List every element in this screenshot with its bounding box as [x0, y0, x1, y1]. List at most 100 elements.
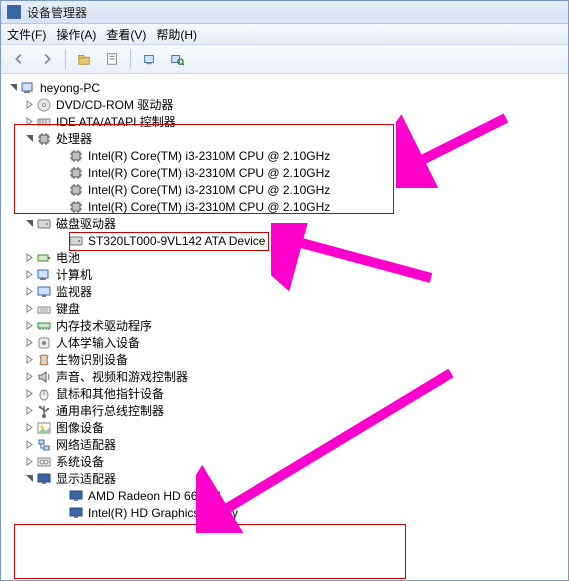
tree-category-row[interactable]: 系统设备: [23, 453, 568, 470]
image-icon: [36, 420, 52, 436]
tree-root-row[interactable]: heyong-PC: [7, 79, 568, 96]
tree-device-row[interactable]: Intel(R) Core(TM) i3-2310M CPU @ 2.10GHz: [39, 198, 568, 215]
tree-device-label: ST320LT000-9VL142 ATA Device: [88, 234, 265, 248]
tree-twisty-open[interactable]: [23, 473, 35, 485]
disk-icon: [36, 216, 52, 232]
refresh-icon: [142, 52, 156, 66]
computer-icon: [20, 80, 36, 96]
usb-icon: [36, 403, 52, 419]
display-icon: [36, 471, 52, 487]
tree-device-row[interactable]: ST320LT000-9VL142 ATA Device: [39, 232, 568, 249]
tree-category-label: 网络适配器: [56, 436, 116, 453]
computer-icon: [36, 267, 52, 283]
menu-view[interactable]: 查看(V): [106, 26, 146, 43]
tree-category-label: 内存技术驱动程序: [56, 317, 152, 334]
sound-icon: [36, 369, 52, 385]
tree-category-label: 生物识别设备: [56, 351, 128, 368]
tree-twisty-open[interactable]: [23, 218, 35, 230]
tree-twisty-open[interactable]: [7, 82, 19, 94]
tree-category-row[interactable]: 电池: [23, 249, 568, 266]
tree-category-row[interactable]: 通用串行总线控制器: [23, 402, 568, 419]
tree-category-row[interactable]: 磁盘驱动器: [23, 215, 568, 232]
menu-action[interactable]: 操作(A): [56, 26, 96, 43]
tree-category-row[interactable]: 处理器: [23, 130, 568, 147]
tree-twisty-closed[interactable]: [23, 371, 35, 383]
tree-twisty-closed[interactable]: [23, 286, 35, 298]
tree-device-row[interactable]: AMD Radeon HD 6630M: [39, 487, 568, 504]
tree-category-label: 键盘: [56, 300, 80, 317]
menu-file[interactable]: 文件(F): [7, 26, 46, 43]
app-icon: [7, 5, 21, 19]
properties-icon: [105, 52, 119, 66]
tree-category-row[interactable]: 声音、视频和游戏控制器: [23, 368, 568, 385]
tree-twisty-closed[interactable]: [23, 337, 35, 349]
tree-twisty-open[interactable]: [23, 133, 35, 145]
tree-twisty-closed[interactable]: [23, 116, 35, 128]
memory-icon: [36, 318, 52, 334]
highlight-display: [14, 524, 406, 579]
cpu-icon: [68, 182, 84, 198]
tree-category-row[interactable]: 键盘: [23, 300, 568, 317]
toolbar-separator: [65, 49, 66, 69]
tree-twisty-closed[interactable]: [23, 388, 35, 400]
tree-twisty-none: [55, 201, 67, 213]
tree-category-row[interactable]: 人体学输入设备: [23, 334, 568, 351]
tree-device-label: Intel(R) HD Graphics Family: [88, 506, 238, 520]
tree-device-row[interactable]: Intel(R) HD Graphics Family: [39, 504, 568, 521]
tree-category-row[interactable]: 显示适配器: [23, 470, 568, 487]
tree-twisty-closed[interactable]: [23, 422, 35, 434]
tree-twisty-none: [55, 184, 67, 196]
battery-icon: [36, 250, 52, 266]
tree-category-row[interactable]: 图像设备: [23, 419, 568, 436]
tree-twisty-closed[interactable]: [23, 439, 35, 451]
tree-category-row[interactable]: IDE ATA/ATAPI 控制器: [23, 113, 568, 130]
up-icon: [77, 52, 91, 66]
tree-twisty-closed[interactable]: [23, 269, 35, 281]
tree-category-label: 人体学输入设备: [56, 334, 140, 351]
toolbar-separator: [130, 49, 131, 69]
display-icon: [68, 488, 84, 504]
device-manager-window: 设备管理器 文件(F) 操作(A) 查看(V) 帮助(H): [0, 0, 569, 581]
back-button[interactable]: [7, 47, 31, 71]
menu-help[interactable]: 帮助(H): [156, 26, 197, 43]
tree-category-row[interactable]: 网络适配器: [23, 436, 568, 453]
cpu-icon: [36, 131, 52, 147]
forward-button[interactable]: [35, 47, 59, 71]
tree-device-label: Intel(R) Core(TM) i3-2310M CPU @ 2.10GHz: [88, 200, 330, 214]
disk-icon: [68, 233, 84, 249]
tree-category-label: 鼠标和其他指针设备: [56, 385, 164, 402]
tree-device-row[interactable]: Intel(R) Core(TM) i3-2310M CPU @ 2.10GHz: [39, 164, 568, 181]
tree-category-label: 磁盘驱动器: [56, 215, 116, 232]
tree-category-label: 计算机: [56, 266, 92, 283]
keyboard-icon: [36, 301, 52, 317]
display-icon: [68, 505, 84, 521]
tree-device-row[interactable]: Intel(R) Core(TM) i3-2310M CPU @ 2.10GHz: [39, 147, 568, 164]
tree-device-label: Intel(R) Core(TM) i3-2310M CPU @ 2.10GHz: [88, 183, 330, 197]
up-button[interactable]: [72, 47, 96, 71]
refresh-button[interactable]: [137, 47, 161, 71]
tree-category-row[interactable]: 内存技术驱动程序: [23, 317, 568, 334]
tree-category-label: 电池: [56, 249, 80, 266]
tree-device-row[interactable]: Intel(R) Core(TM) i3-2310M CPU @ 2.10GHz: [39, 181, 568, 198]
tree-category-row[interactable]: DVD/CD-ROM 驱动器: [23, 96, 568, 113]
tree-device-label: AMD Radeon HD 6630M: [88, 489, 221, 503]
tree-twisty-closed[interactable]: [23, 354, 35, 366]
bio-icon: [36, 352, 52, 368]
tree-twisty-closed[interactable]: [23, 320, 35, 332]
tree-twisty-closed[interactable]: [23, 99, 35, 111]
tree-category-label: 处理器: [56, 130, 92, 147]
scan-hardware-button[interactable]: [165, 47, 189, 71]
device-tree[interactable]: heyong-PC DVD/CD-ROM 驱动器 IDE ATA/ATAPI 控…: [1, 73, 568, 580]
tree-category-row[interactable]: 监视器: [23, 283, 568, 300]
monitor-icon: [36, 284, 52, 300]
properties-button[interactable]: [100, 47, 124, 71]
tree-twisty-closed[interactable]: [23, 303, 35, 315]
tree-twisty-closed[interactable]: [23, 456, 35, 468]
tree-category-row[interactable]: 计算机: [23, 266, 568, 283]
tree-category-row[interactable]: 鼠标和其他指针设备: [23, 385, 568, 402]
tree-twisty-closed[interactable]: [23, 252, 35, 264]
tree-category-row[interactable]: 生物识别设备: [23, 351, 568, 368]
menubar: 文件(F) 操作(A) 查看(V) 帮助(H): [1, 24, 568, 45]
tree-twisty-closed[interactable]: [23, 405, 35, 417]
disc-icon: [36, 97, 52, 113]
